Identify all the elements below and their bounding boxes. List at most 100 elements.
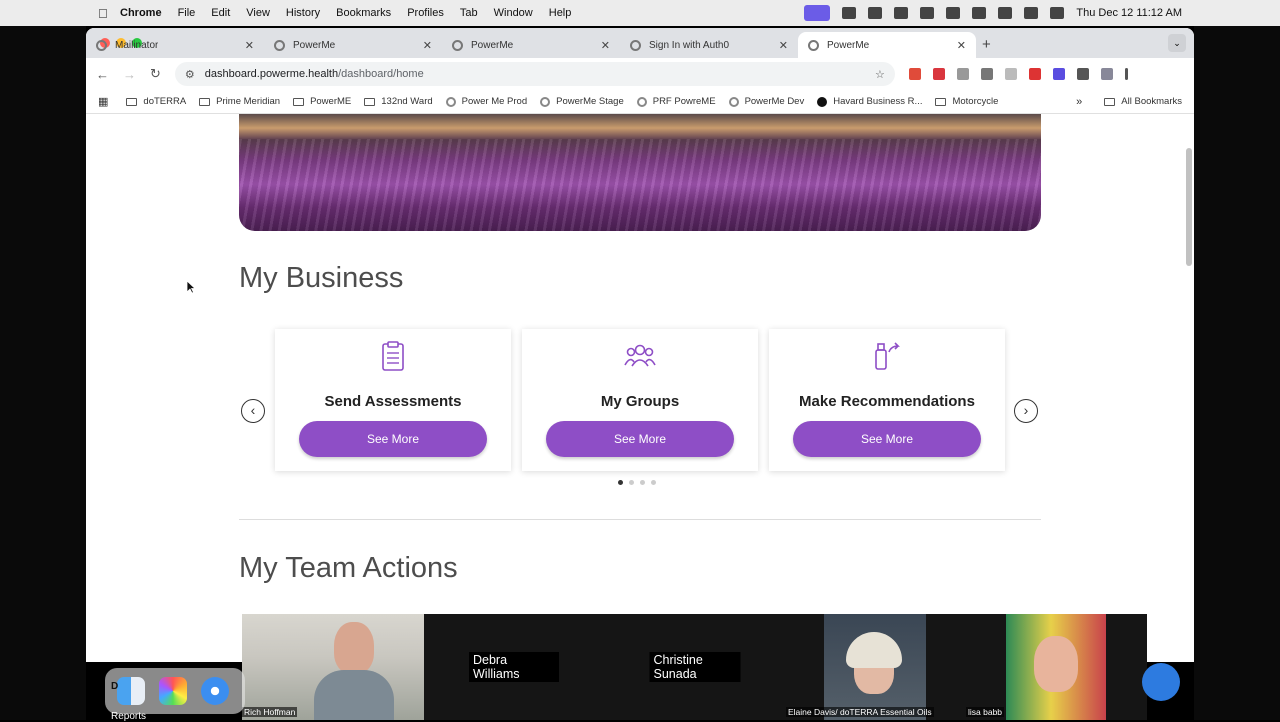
more-bookmarks-icon[interactable]: »	[1076, 96, 1082, 108]
carousel-dot[interactable]	[629, 480, 634, 485]
participant-tile-debra[interactable]: Debra Williams	[424, 614, 604, 720]
card-title: My Groups	[600, 393, 680, 410]
bookmark-label: Havard Business R...	[833, 96, 923, 107]
tab-powerme-2[interactable]: PowerMe ✕	[442, 32, 620, 58]
status-icon-4[interactable]	[920, 7, 935, 19]
menu-help[interactable]: Help	[549, 7, 572, 19]
bookmark-132nd-ward[interactable]: 132nd Ward	[364, 96, 433, 107]
finder-icon[interactable]	[117, 677, 145, 705]
tab-close-icon[interactable]: ✕	[423, 39, 432, 52]
bookmark-doterra[interactable]: doTERRA	[126, 96, 186, 107]
bookmark-powerme-folder[interactable]: PowerME	[293, 96, 351, 107]
extension-icon[interactable]	[1028, 68, 1041, 80]
bookmark-prf-powreme[interactable]: PRF PowreME	[636, 96, 716, 107]
tab-favicon	[808, 39, 819, 51]
participant-tile-elaine[interactable]: Elaine Davis/ doTERRA Essential Oils	[786, 614, 946, 720]
participant-hair	[846, 632, 902, 668]
bookmark-prime-meridian[interactable]: Prime Meridian	[199, 96, 280, 107]
screen-share-icon[interactable]	[804, 5, 831, 21]
tab-favicon	[274, 39, 285, 51]
status-icon-3[interactable]	[894, 7, 909, 19]
desktop-label-reports[interactable]: Reports	[111, 711, 146, 722]
see-more-button[interactable]: See More	[546, 421, 734, 457]
spotlight-search-icon[interactable]	[1024, 7, 1039, 19]
lavender-rows	[239, 139, 1041, 231]
tab-mailinator[interactable]: Mailinator ✕	[86, 32, 264, 58]
apps-grid-icon[interactable]: ▦	[98, 95, 108, 108]
bookmark-label: PowerMe Dev	[744, 96, 805, 107]
bookmark-label: All Bookmarks	[1121, 96, 1182, 107]
tab-close-icon[interactable]: ✕	[957, 39, 966, 52]
extension-icon[interactable]	[908, 68, 921, 80]
clock[interactable]: Thu Dec 12 11:12 AM	[1076, 7, 1182, 19]
tab-search-icon[interactable]: ⌄	[1168, 34, 1186, 52]
extension-icon[interactable]	[1004, 68, 1017, 80]
reload-icon[interactable]: ↻	[150, 66, 161, 82]
bookmark-power-me-prod[interactable]: Power Me Prod	[445, 96, 528, 107]
tab-close-icon[interactable]: ✕	[245, 39, 254, 52]
bookmark-motorcycle[interactable]: Motorcycle	[935, 96, 998, 107]
tab-powerme-1[interactable]: PowerMe ✕	[264, 32, 442, 58]
apple-menu-icon[interactable]: 	[98, 6, 120, 21]
safari-icon[interactable]	[201, 677, 229, 705]
carousel-pagination	[618, 480, 656, 485]
folder-icon	[293, 97, 305, 106]
kebab-menu-icon[interactable]	[1124, 68, 1128, 80]
folder-icon	[126, 97, 138, 106]
extension-icon[interactable]	[980, 68, 993, 80]
bookmark-label: Power Me Prod	[461, 96, 528, 107]
tab-auth0[interactable]: Sign In with Auth0 ✕	[620, 32, 798, 58]
profile-avatar-icon[interactable]	[1100, 68, 1113, 80]
all-bookmarks[interactable]: All Bookmarks	[1104, 96, 1182, 107]
menu-window[interactable]: Window	[494, 7, 533, 19]
back-icon[interactable]: ←	[96, 67, 109, 82]
site-info-icon[interactable]: ⚙	[185, 68, 195, 81]
carousel-dot[interactable]	[651, 480, 656, 485]
extension-icon[interactable]	[956, 68, 969, 80]
menu-view[interactable]: View	[246, 7, 270, 19]
extension-icon[interactable]	[1052, 68, 1065, 80]
see-more-button[interactable]: See More	[793, 421, 981, 457]
see-more-button[interactable]: See More	[299, 421, 487, 457]
control-center-icon[interactable]	[1050, 7, 1065, 19]
menu-edit[interactable]: Edit	[211, 7, 230, 19]
battery-icon[interactable]	[972, 7, 987, 19]
participant-tile-christine[interactable]: Christine Sunada	[604, 614, 786, 720]
carousel-next-button[interactable]: ›	[1014, 399, 1038, 423]
carousel-dot[interactable]	[640, 480, 645, 485]
participant-video	[824, 614, 926, 720]
bookmark-star-icon[interactable]: ☆	[875, 68, 885, 81]
bookmark-powerme-stage[interactable]: PowerMe Stage	[540, 96, 624, 107]
address-bar[interactable]: ⚙ dashboard.powerme.health/dashboard/hom…	[174, 62, 895, 86]
tab-powerme-active[interactable]: PowerMe ✕	[798, 32, 976, 58]
tab-close-icon[interactable]: ✕	[779, 39, 788, 52]
menu-history[interactable]: History	[286, 7, 320, 19]
participant-tile-lisa[interactable]: lisa babb	[966, 614, 1147, 720]
carousel-prev-button[interactable]: ‹	[241, 399, 265, 423]
puzzle-icon[interactable]	[1076, 68, 1089, 80]
status-icon-5[interactable]	[946, 7, 961, 19]
carousel-dot[interactable]	[618, 480, 623, 485]
menu-bookmarks[interactable]: Bookmarks	[336, 7, 391, 19]
tab-close-icon[interactable]: ✕	[601, 39, 610, 52]
chat-widget-button[interactable]	[1142, 663, 1180, 701]
bookmark-powerme-dev[interactable]: PowerMe Dev	[728, 96, 805, 107]
participant-tile-rich[interactable]: Rich Hoffman	[242, 614, 424, 720]
status-icon-2[interactable]	[868, 7, 883, 19]
menu-profiles[interactable]: Profiles	[407, 7, 444, 19]
wifi-icon[interactable]	[998, 7, 1013, 19]
new-tab-button[interactable]: +	[982, 36, 991, 53]
tab-favicon	[452, 39, 463, 51]
adblock-icon[interactable]	[932, 68, 945, 80]
status-icon-1[interactable]	[842, 7, 857, 19]
page-scrollbar[interactable]	[1186, 148, 1192, 266]
menu-tab[interactable]: Tab	[460, 7, 478, 19]
menu-file[interactable]: File	[178, 7, 196, 19]
launchpad-icon[interactable]	[159, 677, 187, 705]
forward-icon[interactable]: →	[123, 67, 136, 82]
bookmark-harvard-business[interactable]: Havard Business R...	[817, 96, 922, 107]
menu-app-name[interactable]: Chrome	[120, 7, 162, 19]
tab-strip: Mailinator ✕ PowerMe ✕ PowerMe ✕ Sign In…	[86, 28, 1194, 58]
bookmark-label: Motorcycle	[952, 96, 999, 107]
folder-icon	[935, 97, 947, 106]
